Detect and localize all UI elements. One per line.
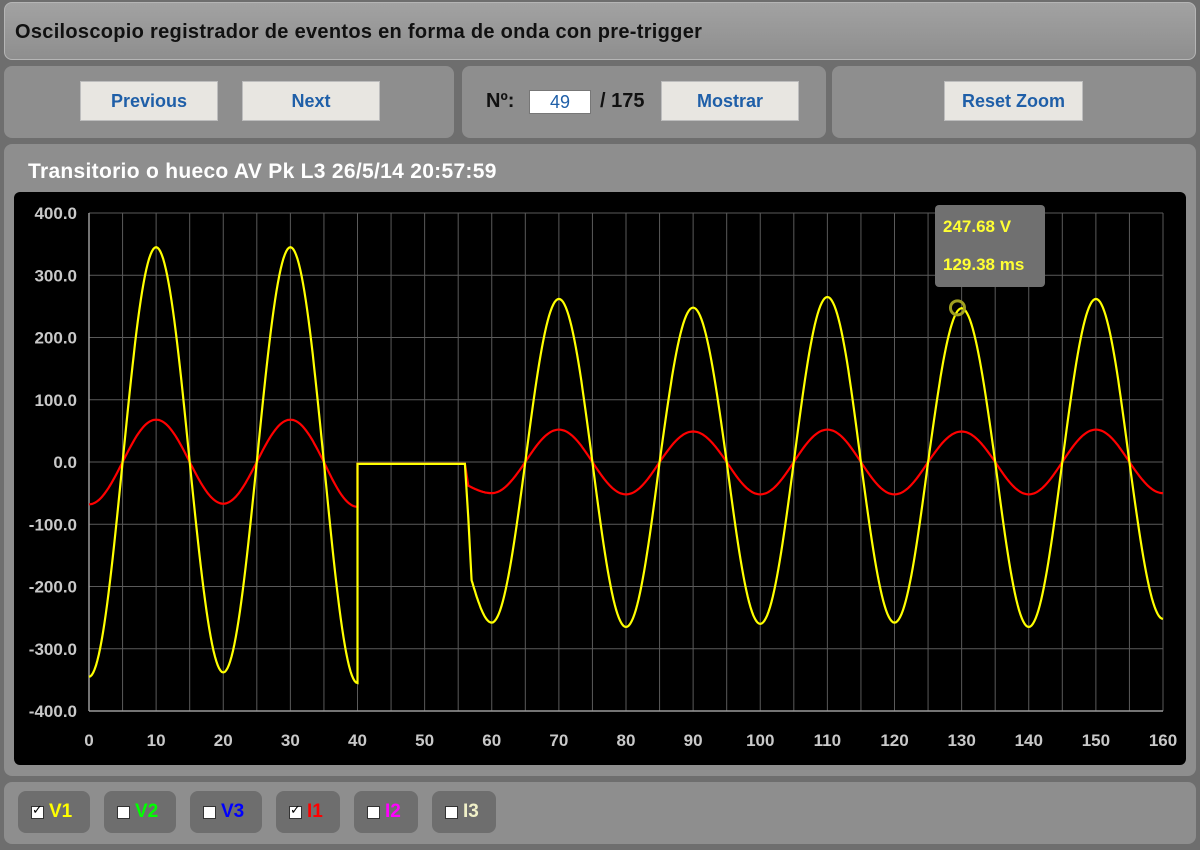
legend-toggle-v3[interactable]: V3	[190, 791, 262, 833]
page-title: Osciloscopio registrador de eventos en f…	[15, 21, 703, 43]
legend-toggle-v2[interactable]: V2	[104, 791, 176, 833]
tooltip-voltage: 247.68 V	[943, 217, 1012, 236]
title-bar: Osciloscopio registrador de eventos en f…	[4, 2, 1196, 60]
legend-checkbox[interactable]	[289, 803, 302, 819]
legend-toggle-i1[interactable]: I1	[276, 791, 340, 833]
next-button[interactable]: Next	[242, 81, 380, 121]
nav-panel-prev-next	[4, 66, 454, 138]
legend-label: I2	[385, 801, 401, 822]
tooltip-time: 129.38 ms	[943, 255, 1025, 274]
total-count: / 175	[600, 90, 645, 112]
legend-toggle-i2[interactable]: I2	[354, 791, 418, 833]
legend-checkbox[interactable]	[203, 805, 216, 819]
legend-label: I3	[463, 801, 479, 822]
legend-checkbox[interactable]	[367, 805, 380, 819]
legend-toggle-v1[interactable]: V1	[18, 791, 90, 833]
chart-title: Transitorio o hueco AV Pk L3 26/5/14 20:…	[28, 160, 497, 183]
legend-label: V2	[135, 801, 159, 822]
previous-button[interactable]: Previous	[80, 81, 218, 121]
reset-zoom-button[interactable]: Reset Zoom	[944, 81, 1083, 121]
value-tooltip: 247.68 V 129.38 ms	[935, 205, 1045, 287]
number-label: Nº:	[486, 90, 515, 112]
legend-checkbox[interactable]	[117, 805, 130, 819]
legend-checkbox[interactable]	[445, 805, 458, 819]
event-number-input[interactable]	[529, 90, 591, 114]
legend-toggle-i3[interactable]: I3	[432, 791, 496, 833]
legend-checkbox[interactable]	[31, 803, 44, 819]
show-button[interactable]: Mostrar	[661, 81, 799, 121]
legend-panel	[4, 782, 1196, 844]
legend-label: V3	[221, 801, 245, 822]
legend-label: V1	[49, 801, 73, 822]
legend-label: I1	[307, 801, 323, 822]
